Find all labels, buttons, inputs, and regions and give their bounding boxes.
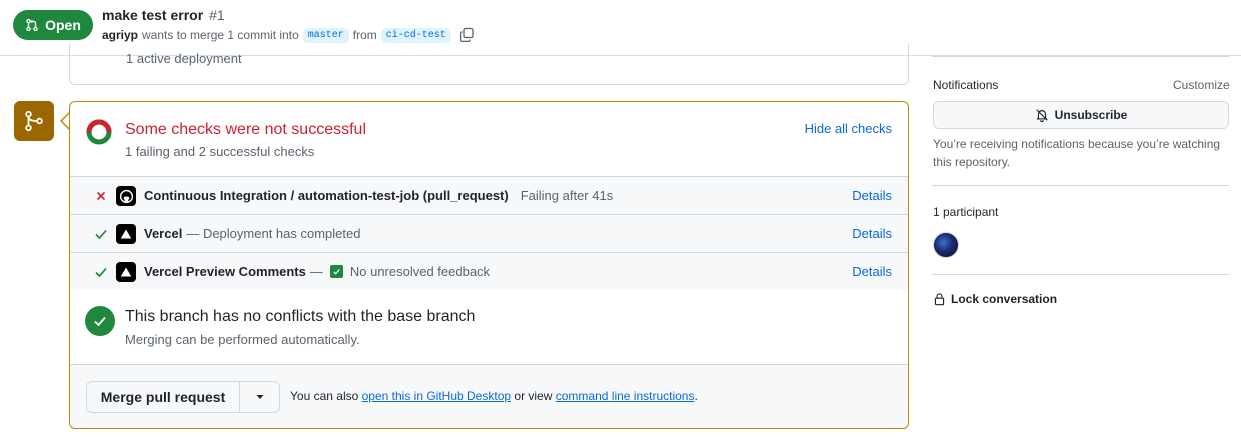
pr-number: #1 — [209, 7, 225, 23]
checkbox-checked-icon — [329, 265, 343, 278]
pr-status-label: Open — [45, 17, 81, 33]
deployment-text: 1 active deployment — [126, 51, 242, 66]
check-name: Vercel — [144, 226, 183, 241]
lock-conversation-label: Lock conversation — [951, 292, 1058, 306]
lock-conversation-link[interactable]: Lock conversation — [933, 292, 1057, 306]
pr-status-badge: Open — [13, 10, 93, 40]
lock-icon — [934, 293, 945, 306]
check-details-link[interactable]: Details — [852, 188, 892, 203]
check-row: Vercel — Deployment has completed Detail… — [70, 214, 908, 252]
pr-merge-summary: agriyp wants to merge 1 commit into mast… — [102, 27, 475, 43]
check-name: Vercel Preview Comments — [144, 264, 306, 279]
bell-slash-icon — [1036, 109, 1048, 122]
open-github-desktop-link[interactable]: open this in GitHub Desktop — [362, 389, 511, 403]
merge-pull-request-button[interactable]: Merge pull request — [86, 381, 239, 413]
git-merge-icon — [25, 110, 43, 132]
notifications-description: You’re receiving notifications because y… — [933, 137, 1221, 169]
vercel-icon — [116, 262, 136, 282]
merge-note-pre: You can also — [290, 389, 359, 403]
unsubscribe-button[interactable]: Unsubscribe — [933, 101, 1229, 129]
check-name: Continuous Integration / automation-test… — [144, 188, 509, 203]
command-line-instructions-link[interactable]: command line instructions — [556, 389, 695, 403]
unsubscribe-label: Unsubscribe — [1054, 108, 1128, 122]
checks-subtitle: 1 failing and 2 successful checks — [125, 144, 315, 159]
merge-footer: Merge pull request You can also open thi… — [70, 364, 908, 428]
x-icon — [96, 191, 106, 201]
merge-note-mid: or view — [514, 389, 553, 403]
merge-note-end: . — [694, 389, 698, 403]
check-status: Failing after 41s — [520, 188, 614, 203]
conflicts-subtitle: Merging can be performed automatically. — [125, 332, 360, 347]
git-pull-request-icon — [26, 18, 38, 32]
copy-icon[interactable] — [459, 27, 475, 43]
participants-heading: 1 participant — [933, 205, 999, 219]
pr-merge-text: wants to merge 1 commit into — [142, 28, 299, 42]
sidebar-divider — [932, 56, 1229, 57]
check-icon — [95, 229, 107, 240]
check-status-separator: — — [309, 264, 323, 279]
notifications-heading: Notifications — [933, 78, 999, 92]
head-branch-label[interactable]: ci-cd-test — [380, 27, 451, 43]
hide-all-checks-link[interactable]: Hide all checks — [805, 121, 892, 136]
merge-status-icon — [14, 101, 54, 141]
pr-title-text: make test error — [102, 7, 204, 23]
check-row: Continuous Integration / automation-test… — [70, 176, 908, 214]
sidebar-divider — [932, 274, 1229, 275]
pr-author-link[interactable]: agriyp — [102, 28, 138, 42]
check-status: — Deployment has completed — [186, 226, 361, 241]
merge-method-dropdown[interactable] — [239, 381, 280, 413]
check-details-link[interactable]: Details — [852, 264, 892, 279]
triangle-down-icon — [256, 395, 263, 399]
check-circle-icon — [85, 306, 115, 336]
check-details-link[interactable]: Details — [852, 226, 892, 241]
pr-from-text: from — [352, 28, 377, 42]
github-icon — [116, 186, 136, 206]
checks-title: Some checks were not successful — [125, 121, 366, 138]
participant-avatar[interactable] — [933, 232, 959, 258]
merge-box: Some checks were not successful 1 failin… — [69, 101, 909, 429]
customize-notifications-link[interactable]: Customize — [1173, 78, 1230, 92]
check-icon — [95, 267, 107, 278]
checks-status-donut-icon — [86, 119, 112, 145]
conflicts-title: This branch has no conflicts with the ba… — [125, 308, 476, 325]
vercel-icon — [116, 224, 136, 244]
pr-title: make test error #1 — [102, 7, 225, 23]
merge-note: You can also open this in GitHub Desktop… — [290, 389, 698, 403]
sidebar-divider — [932, 185, 1229, 186]
check-status: No unresolved feedback — [349, 264, 491, 279]
base-branch-label[interactable]: master — [302, 27, 349, 43]
check-row: Vercel Preview Comments — No unresolved … — [70, 252, 908, 290]
